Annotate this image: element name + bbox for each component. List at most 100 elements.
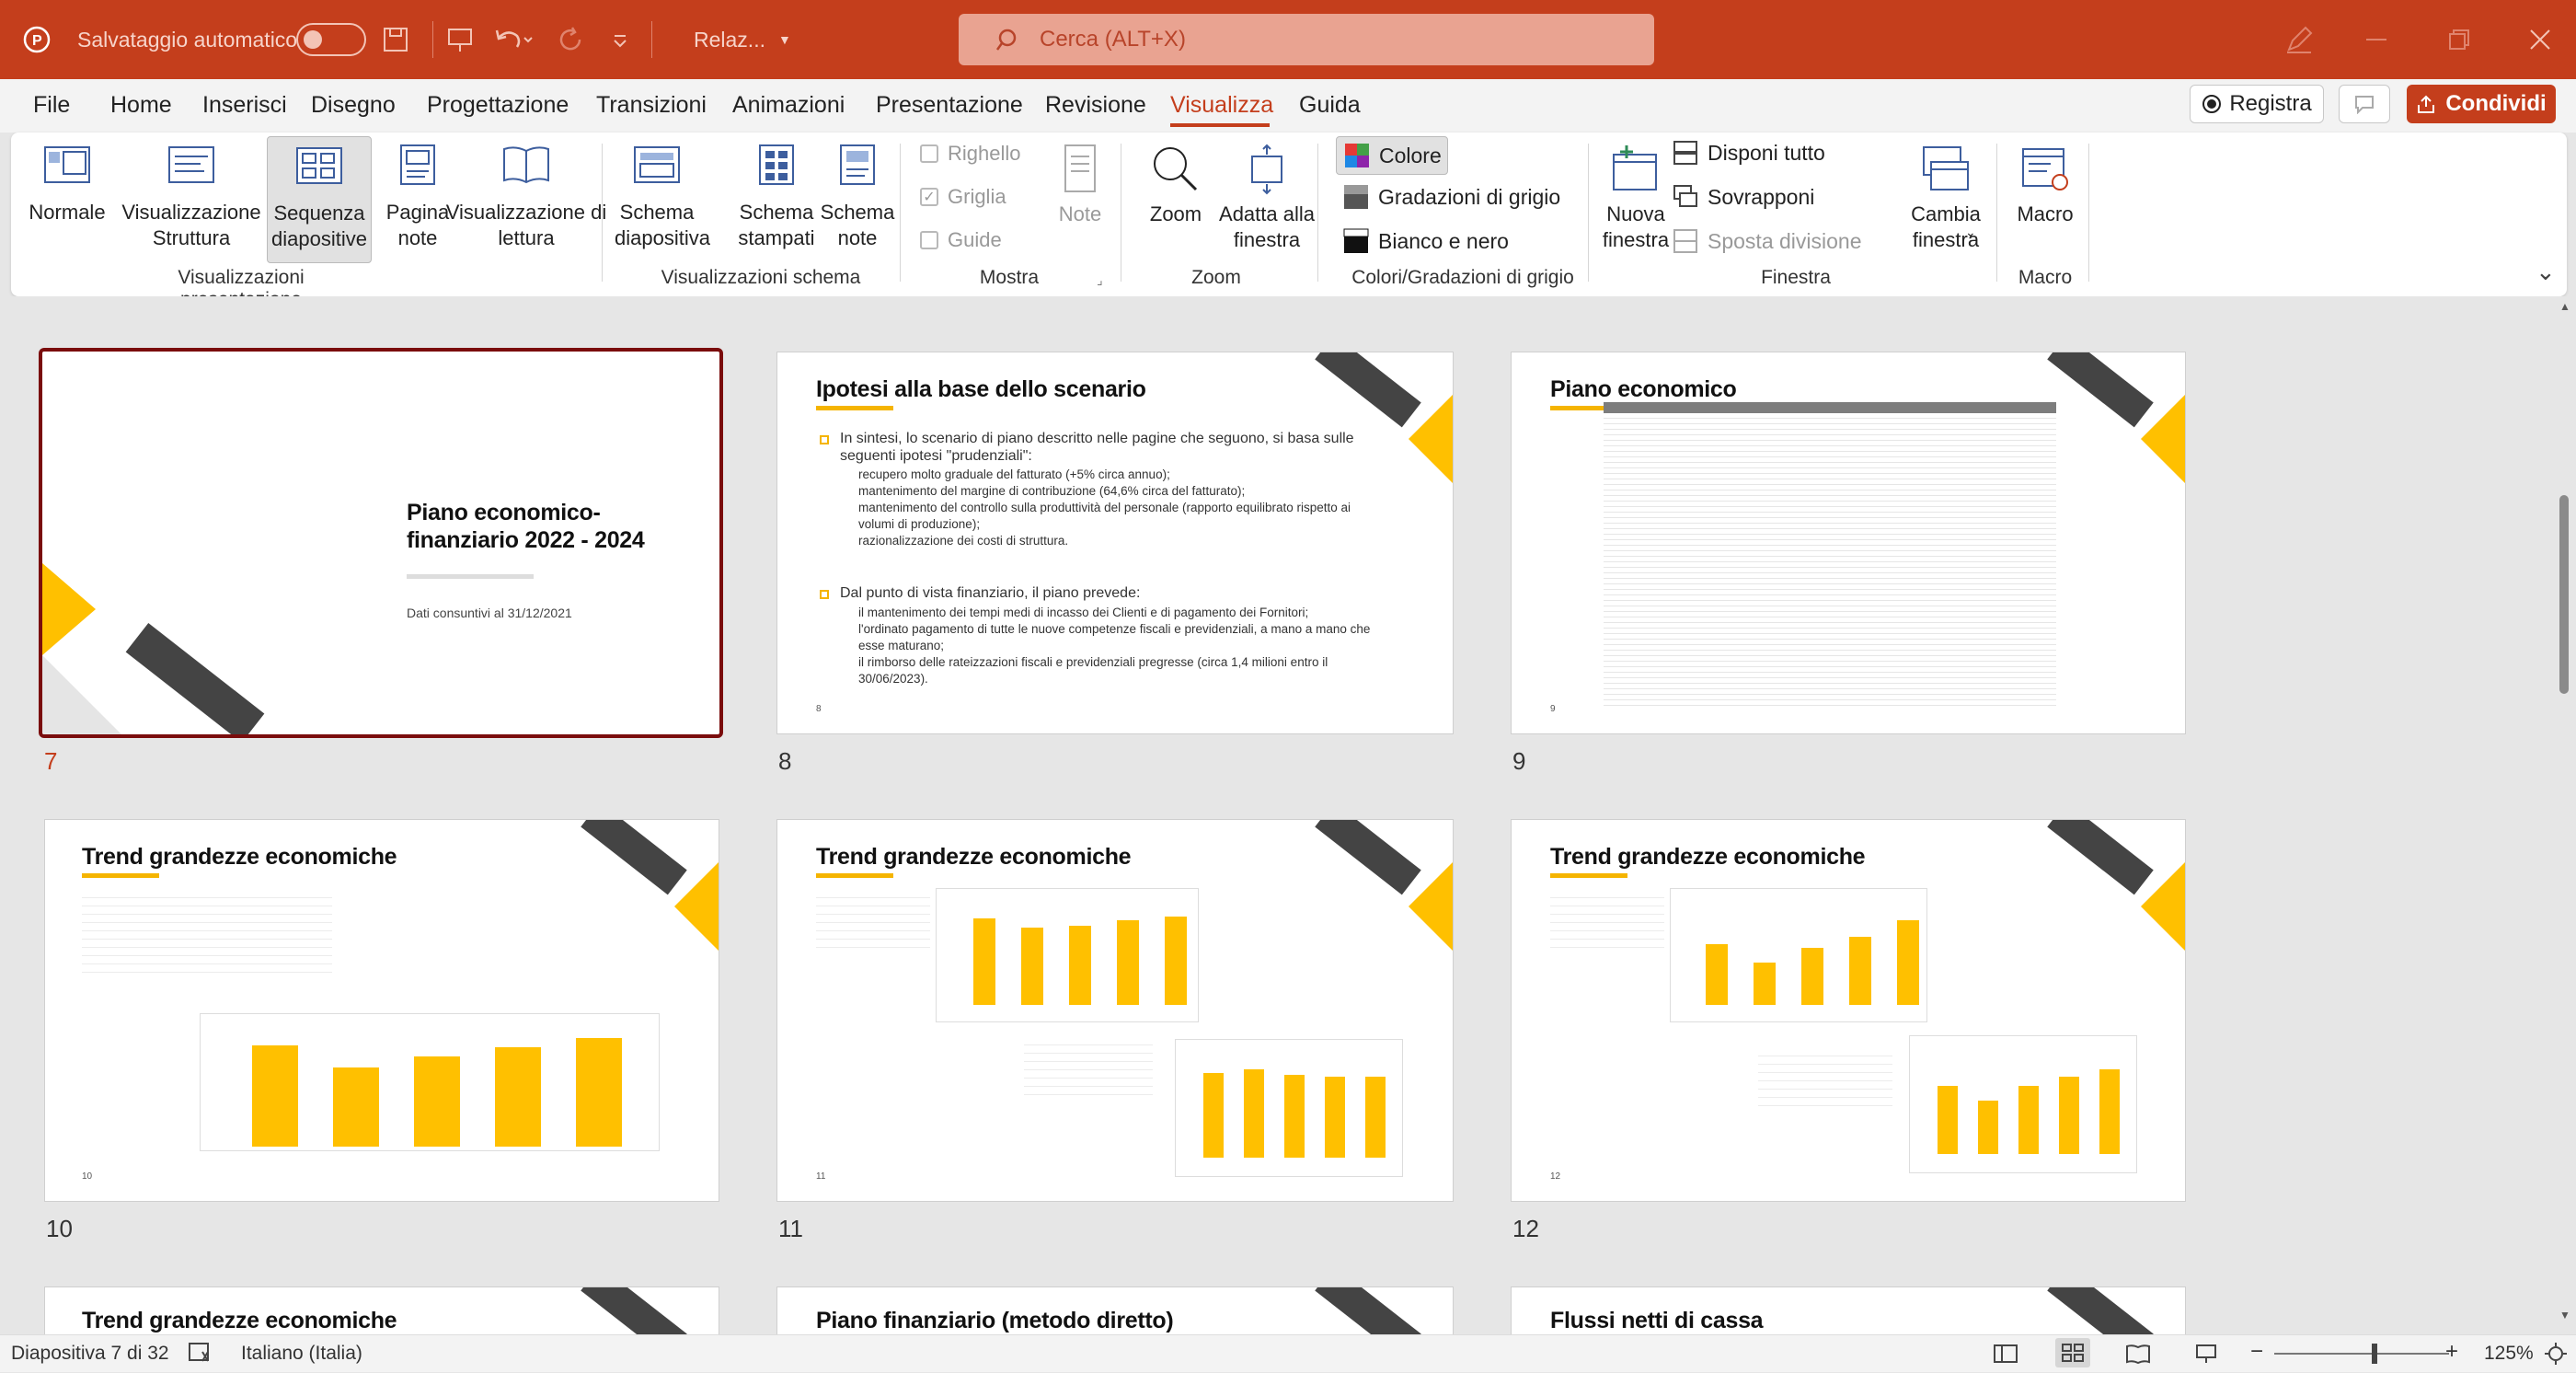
- page-number: 9: [1550, 704, 1556, 714]
- tab-file[interactable]: File: [33, 92, 70, 119]
- slide-sorter-label: Sequenza diapositive: [271, 202, 367, 250]
- slide-thumbnail[interactable]: Trend grandezze economiche 10: [44, 819, 719, 1202]
- record-button[interactable]: Registra: [2190, 85, 2324, 123]
- zoom-out-icon[interactable]: −: [2250, 1339, 2263, 1365]
- search-box[interactable]: Cerca (ALT+X): [959, 14, 1654, 65]
- move-split-button[interactable]: Sposta divisione: [1673, 228, 1862, 254]
- handout-master-icon: [759, 144, 794, 185]
- close-icon[interactable]: [2528, 0, 2552, 79]
- chevron-down-icon: ⌄: [1965, 225, 1976, 239]
- collapse-ribbon-icon[interactable]: ⌄: [2536, 258, 2556, 286]
- tab-animations[interactable]: Animazioni: [732, 92, 845, 119]
- present-icon[interactable]: [445, 0, 475, 79]
- tab-insert[interactable]: Inserisci: [202, 92, 287, 119]
- fit-window-button[interactable]: Adatta alla finestra: [1207, 144, 1327, 253]
- bar-chart: [1670, 888, 1927, 1022]
- arrange-all-button[interactable]: Disponi tutto: [1673, 140, 1825, 166]
- grid-checkbox[interactable]: ✓ Griglia: [920, 185, 1006, 209]
- slide-thumbnail[interactable]: Piano economico-finanziario 2022 - 2024 …: [39, 348, 723, 738]
- zoom-in-icon[interactable]: +: [2445, 1339, 2458, 1365]
- group-separator: [900, 144, 901, 282]
- chart-bar: [1117, 920, 1139, 1005]
- slideshow-icon[interactable]: [2193, 1343, 2219, 1370]
- slide-decoration: [581, 1287, 687, 1334]
- zoom-slider-thumb[interactable]: [2372, 1344, 2377, 1364]
- slide-thumbnail[interactable]: Trend grandezze economiche 11: [776, 819, 1454, 1202]
- notes-label: Note: [1058, 202, 1102, 225]
- slide-decoration: [2141, 395, 2185, 483]
- notes-icon: [1064, 144, 1096, 192]
- ruler-checkbox[interactable]: Righello: [920, 142, 1021, 166]
- slide-sorter-icon[interactable]: [2055, 1338, 2090, 1367]
- dialog-launcher-icon[interactable]: ⌟: [1097, 272, 1103, 288]
- slide-decoration: [581, 820, 687, 895]
- fit-slide-icon[interactable]: [2543, 1341, 2569, 1372]
- slide-master-button[interactable]: Schema diapositiva: [615, 144, 710, 251]
- slide-thumbnail[interactable]: Trend grandezze economiche: [44, 1286, 719, 1334]
- tab-review[interactable]: Revisione: [1045, 92, 1146, 119]
- save-icon[interactable]: [381, 0, 410, 79]
- move-split-icon: [1673, 229, 1697, 253]
- undo-icon[interactable]: [493, 0, 534, 79]
- slide-sorter-button[interactable]: Sequenza diapositive: [267, 136, 372, 263]
- tab-view[interactable]: Visualizza: [1170, 92, 1273, 119]
- tab-home[interactable]: Home: [110, 92, 172, 119]
- chart-bar: [2018, 1086, 2039, 1154]
- page-number: 12: [1550, 1171, 1561, 1182]
- slide-decoration: [42, 655, 129, 734]
- tab-design[interactable]: Progettazione: [427, 92, 569, 119]
- scrollbar-thumb[interactable]: [2559, 495, 2569, 694]
- outline-view-button[interactable]: Visualizzazione Struttura: [120, 144, 263, 251]
- minimize-icon[interactable]: [2364, 0, 2388, 79]
- restore-icon[interactable]: [2447, 0, 2471, 79]
- reading-view-icon[interactable]: [2125, 1343, 2151, 1370]
- slide-decoration: [2141, 862, 2185, 951]
- slide-thumbnail[interactable]: Flussi netti di cassa: [1511, 1286, 2186, 1334]
- zoom-slider[interactable]: [2274, 1344, 2449, 1364]
- switch-window-button[interactable]: Cambia finestra: [1888, 144, 2004, 253]
- zoom-level[interactable]: 125%: [2484, 1343, 2534, 1365]
- black-white-button[interactable]: Bianco e nero: [1343, 228, 1509, 254]
- new-window-button[interactable]: Nuova finestra: [1592, 144, 1680, 253]
- normal-view-icon[interactable]: [1993, 1343, 2018, 1370]
- pen-icon[interactable]: [2283, 0, 2315, 79]
- slide-number: 12: [1512, 1215, 1539, 1242]
- customize-qat-icon[interactable]: [609, 0, 631, 79]
- grayscale-button[interactable]: Gradazioni di grigio: [1343, 184, 1560, 210]
- accessibility-icon[interactable]: [188, 1341, 213, 1370]
- outline-view-label: Visualizzazione Struttura: [121, 201, 261, 249]
- tab-slideshow[interactable]: Presentazione: [876, 92, 1023, 119]
- financial-table: [1604, 413, 2056, 710]
- chart-bar: [252, 1045, 298, 1147]
- tab-help[interactable]: Guida: [1299, 92, 1361, 119]
- reading-view-button[interactable]: Visualizzazione di lettura: [443, 144, 609, 251]
- bullet-text: In sintesi, lo scenario di piano descrit…: [840, 431, 1354, 464]
- cascade-button[interactable]: Sovrapponi: [1673, 184, 1814, 210]
- share-button[interactable]: Condividi: [2407, 85, 2556, 123]
- normal-view-button[interactable]: Normale: [26, 144, 109, 225]
- redo-icon[interactable]: [556, 0, 585, 79]
- normal-view-label: Normale: [29, 201, 106, 224]
- tab-draw[interactable]: Disegno: [311, 92, 396, 119]
- tab-transitions[interactable]: Transizioni: [596, 92, 707, 119]
- autosave-toggle[interactable]: [296, 0, 366, 79]
- slide-thumbnail[interactable]: Ipotesi alla base dello scenario In sint…: [776, 352, 1454, 734]
- scroll-down-icon[interactable]: ▼: [2559, 1309, 2570, 1321]
- color-button[interactable]: Colore: [1336, 136, 1448, 175]
- macro-label: Macro: [2017, 202, 2074, 225]
- bar-chart: [1175, 1039, 1403, 1177]
- slide-thumbnail[interactable]: Piano finanziario (metodo diretto): [776, 1286, 1454, 1334]
- group-separator: [602, 144, 603, 282]
- guides-checkbox[interactable]: Guide: [920, 228, 1002, 252]
- comments-button[interactable]: [2339, 85, 2390, 123]
- language[interactable]: Italiano (Italia): [241, 1343, 362, 1365]
- slide-thumbnail[interactable]: Piano economico 9: [1511, 352, 2186, 734]
- vertical-scrollbar[interactable]: ▲ ▼: [2554, 296, 2576, 1334]
- notes-button[interactable]: Note: [1047, 144, 1113, 227]
- notes-master-button[interactable]: Schema note: [813, 144, 902, 251]
- title-underline: [407, 574, 534, 579]
- filename[interactable]: Relaz... ▼: [694, 0, 791, 79]
- scroll-up-icon[interactable]: ▲: [2559, 300, 2570, 313]
- slide-thumbnail[interactable]: Trend grandezze economiche 12: [1511, 819, 2186, 1202]
- macro-button[interactable]: Macro: [2006, 144, 2085, 227]
